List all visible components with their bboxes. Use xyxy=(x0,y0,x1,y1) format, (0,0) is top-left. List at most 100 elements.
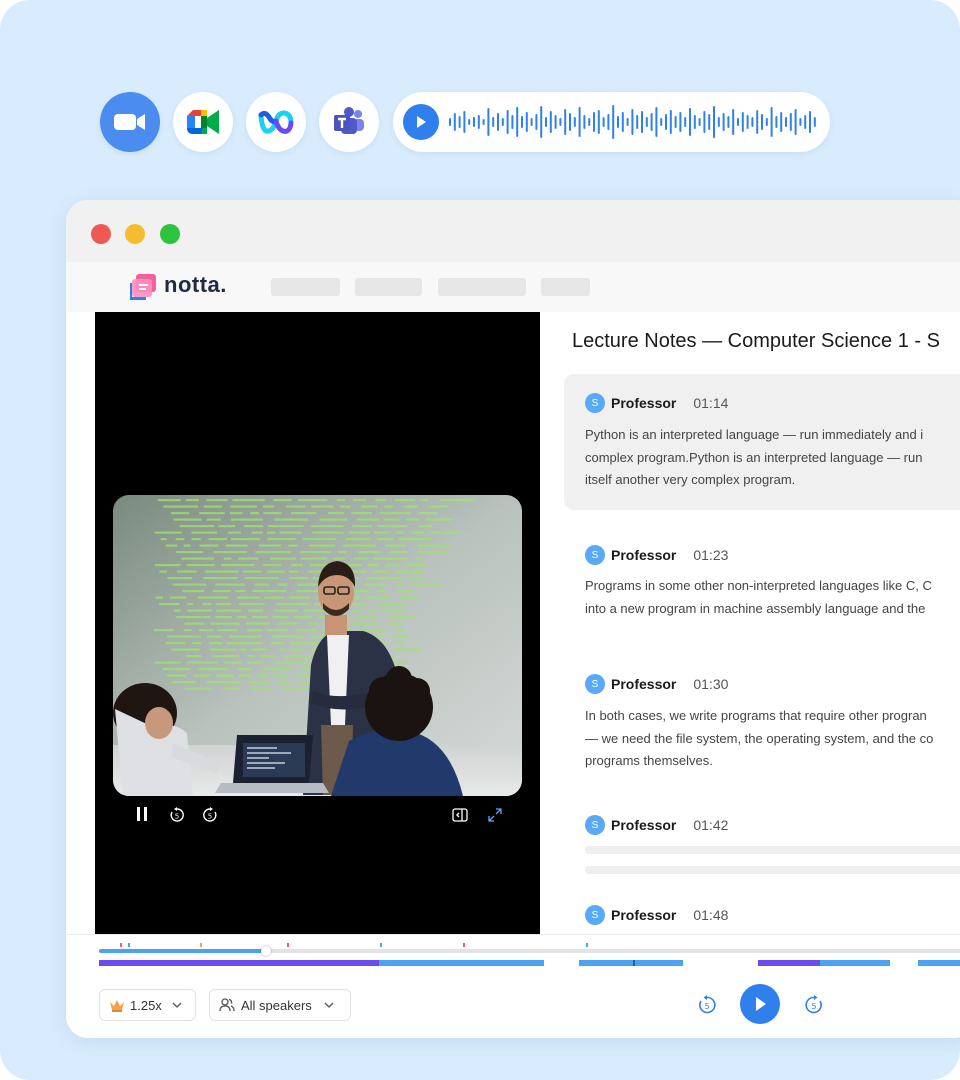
picture-in-picture-button[interactable] xyxy=(451,806,469,824)
playback-speed-value: 1.25x xyxy=(130,997,162,1013)
segment-text: In both cases, we write programs that re… xyxy=(585,705,933,773)
highlight-marker[interactable] xyxy=(380,943,382,947)
minimize-window-button[interactable] xyxy=(125,224,145,244)
close-window-button[interactable] xyxy=(91,224,111,244)
audio-preview-pill xyxy=(393,92,830,152)
webex-icon[interactable] xyxy=(246,92,306,152)
notta-logo-icon xyxy=(130,274,156,300)
waveform-bar xyxy=(578,107,581,137)
fullscreen-button[interactable] xyxy=(486,806,504,824)
speaker-name: Professor xyxy=(611,676,677,692)
waveform-bar xyxy=(775,116,778,128)
transcript-segment[interactable]: S Professor 01:48 xyxy=(564,886,960,934)
playback-progress-track[interactable] xyxy=(99,943,960,956)
forward-5-button[interactable]: 5 xyxy=(803,994,825,1016)
segment-line: programs themselves. xyxy=(585,753,713,768)
speaker-timeline-segment xyxy=(633,960,635,966)
nav-item-placeholder[interactable] xyxy=(438,278,526,296)
svg-text:5: 5 xyxy=(208,813,212,821)
waveform-bar xyxy=(612,105,615,139)
app-header: notta. xyxy=(66,262,960,312)
waveform-bar xyxy=(468,119,471,125)
waveform-bar xyxy=(588,118,591,126)
highlight-marker[interactable] xyxy=(463,943,465,947)
segment-line: — we need the file system, the operating… xyxy=(585,730,934,746)
waveform-bar xyxy=(569,113,571,131)
window-titlebar xyxy=(66,200,960,262)
speaker-avatar: S xyxy=(585,393,605,413)
svg-text:5: 5 xyxy=(704,1002,709,1011)
waveform-bar xyxy=(607,114,610,130)
waveform-bar xyxy=(487,108,490,136)
waveform-bar xyxy=(684,117,687,127)
highlight-marker[interactable] xyxy=(128,943,130,947)
rewind-5-button[interactable]: 5 xyxy=(168,806,186,824)
segment-timestamp[interactable]: 01:42 xyxy=(693,817,728,833)
waveform-bar xyxy=(549,111,552,133)
waveform-bar xyxy=(785,117,787,127)
waveform-bar xyxy=(799,118,802,126)
waveform-bar xyxy=(641,111,643,133)
waveform-bar xyxy=(583,115,586,129)
rewind-5-button[interactable]: 5 xyxy=(696,994,718,1016)
waveform-bar xyxy=(501,118,504,126)
segment-timestamp[interactable]: 01:14 xyxy=(693,395,728,411)
waveform-bar xyxy=(789,113,792,131)
highlight-marker[interactable] xyxy=(287,943,289,947)
forward-5-icon: 5 xyxy=(203,807,217,822)
speaker-name: Professor xyxy=(611,395,677,411)
waveform-bar xyxy=(794,109,797,135)
nav-item-placeholder[interactable] xyxy=(355,278,422,296)
maximize-window-button[interactable] xyxy=(160,224,180,244)
zoom-icon[interactable] xyxy=(100,92,160,152)
teams-icon[interactable] xyxy=(319,92,379,152)
waveform-bar xyxy=(669,110,672,134)
transcript-segment[interactable]: S Professor 01:42 xyxy=(564,796,960,876)
app-window: notta. 5 5 Lecture Notes — Computer Scie… xyxy=(66,200,960,1038)
play-icon xyxy=(417,116,426,128)
waveform-bar xyxy=(564,109,567,135)
speaker-timeline-segment xyxy=(579,960,683,966)
main-play-button[interactable] xyxy=(740,984,780,1024)
segment-timestamp[interactable]: 01:30 xyxy=(693,676,728,692)
waveform-bar xyxy=(626,118,629,126)
playback-scrubber-handle[interactable] xyxy=(260,946,271,956)
forward-5-button[interactable]: 5 xyxy=(201,806,219,824)
segment-timestamp[interactable]: 01:48 xyxy=(693,907,728,923)
waveform-bar xyxy=(689,108,691,136)
speaker-filter-select[interactable]: All speakers xyxy=(209,989,351,1021)
pause-button[interactable] xyxy=(134,806,150,822)
waveform-bar xyxy=(631,109,634,135)
nav-item-placeholder[interactable] xyxy=(541,278,590,296)
highlight-marker[interactable] xyxy=(120,943,122,947)
waveform-bar xyxy=(679,112,682,132)
video-player[interactable]: 5 5 xyxy=(95,312,540,934)
speaker-name: Professor xyxy=(611,907,677,923)
waveform-bar xyxy=(713,106,715,138)
audio-play-button[interactable] xyxy=(403,104,439,140)
segment-line: into a new program in machine assembly l… xyxy=(585,600,926,616)
playback-speed-select[interactable]: 1.25x xyxy=(99,989,196,1021)
google-meet-icon[interactable] xyxy=(173,92,233,152)
waveform-bar xyxy=(708,114,711,130)
speaker-name: Professor xyxy=(611,817,677,833)
waveform-bar xyxy=(703,111,706,133)
waveform-bar xyxy=(597,110,600,134)
waveform-bar xyxy=(770,107,773,137)
waveform-bar xyxy=(765,118,768,126)
waveform-bar xyxy=(665,114,667,130)
speaker-timeline[interactable] xyxy=(99,960,960,966)
waveform-bar xyxy=(482,119,485,125)
transcript-segment[interactable]: S Professor 01:30 In both cases, we writ… xyxy=(564,655,960,775)
highlight-marker[interactable] xyxy=(586,943,588,947)
segment-line: Python is an interpreted language — run … xyxy=(585,427,924,442)
waveform-bar xyxy=(751,117,754,127)
forward-5-icon: 5 xyxy=(805,995,822,1014)
nav-item-placeholder[interactable] xyxy=(271,278,340,296)
transcript-segment-active[interactable]: S Professor 01:14 Python is an interpret… xyxy=(564,374,960,510)
waveform-bar xyxy=(573,117,576,127)
segment-timestamp[interactable]: 01:23 xyxy=(693,547,728,563)
waveform-bar xyxy=(458,116,461,128)
highlight-marker[interactable] xyxy=(200,943,202,947)
transcript-segment[interactable]: S Professor 01:23 Programs in some other… xyxy=(564,526,960,636)
